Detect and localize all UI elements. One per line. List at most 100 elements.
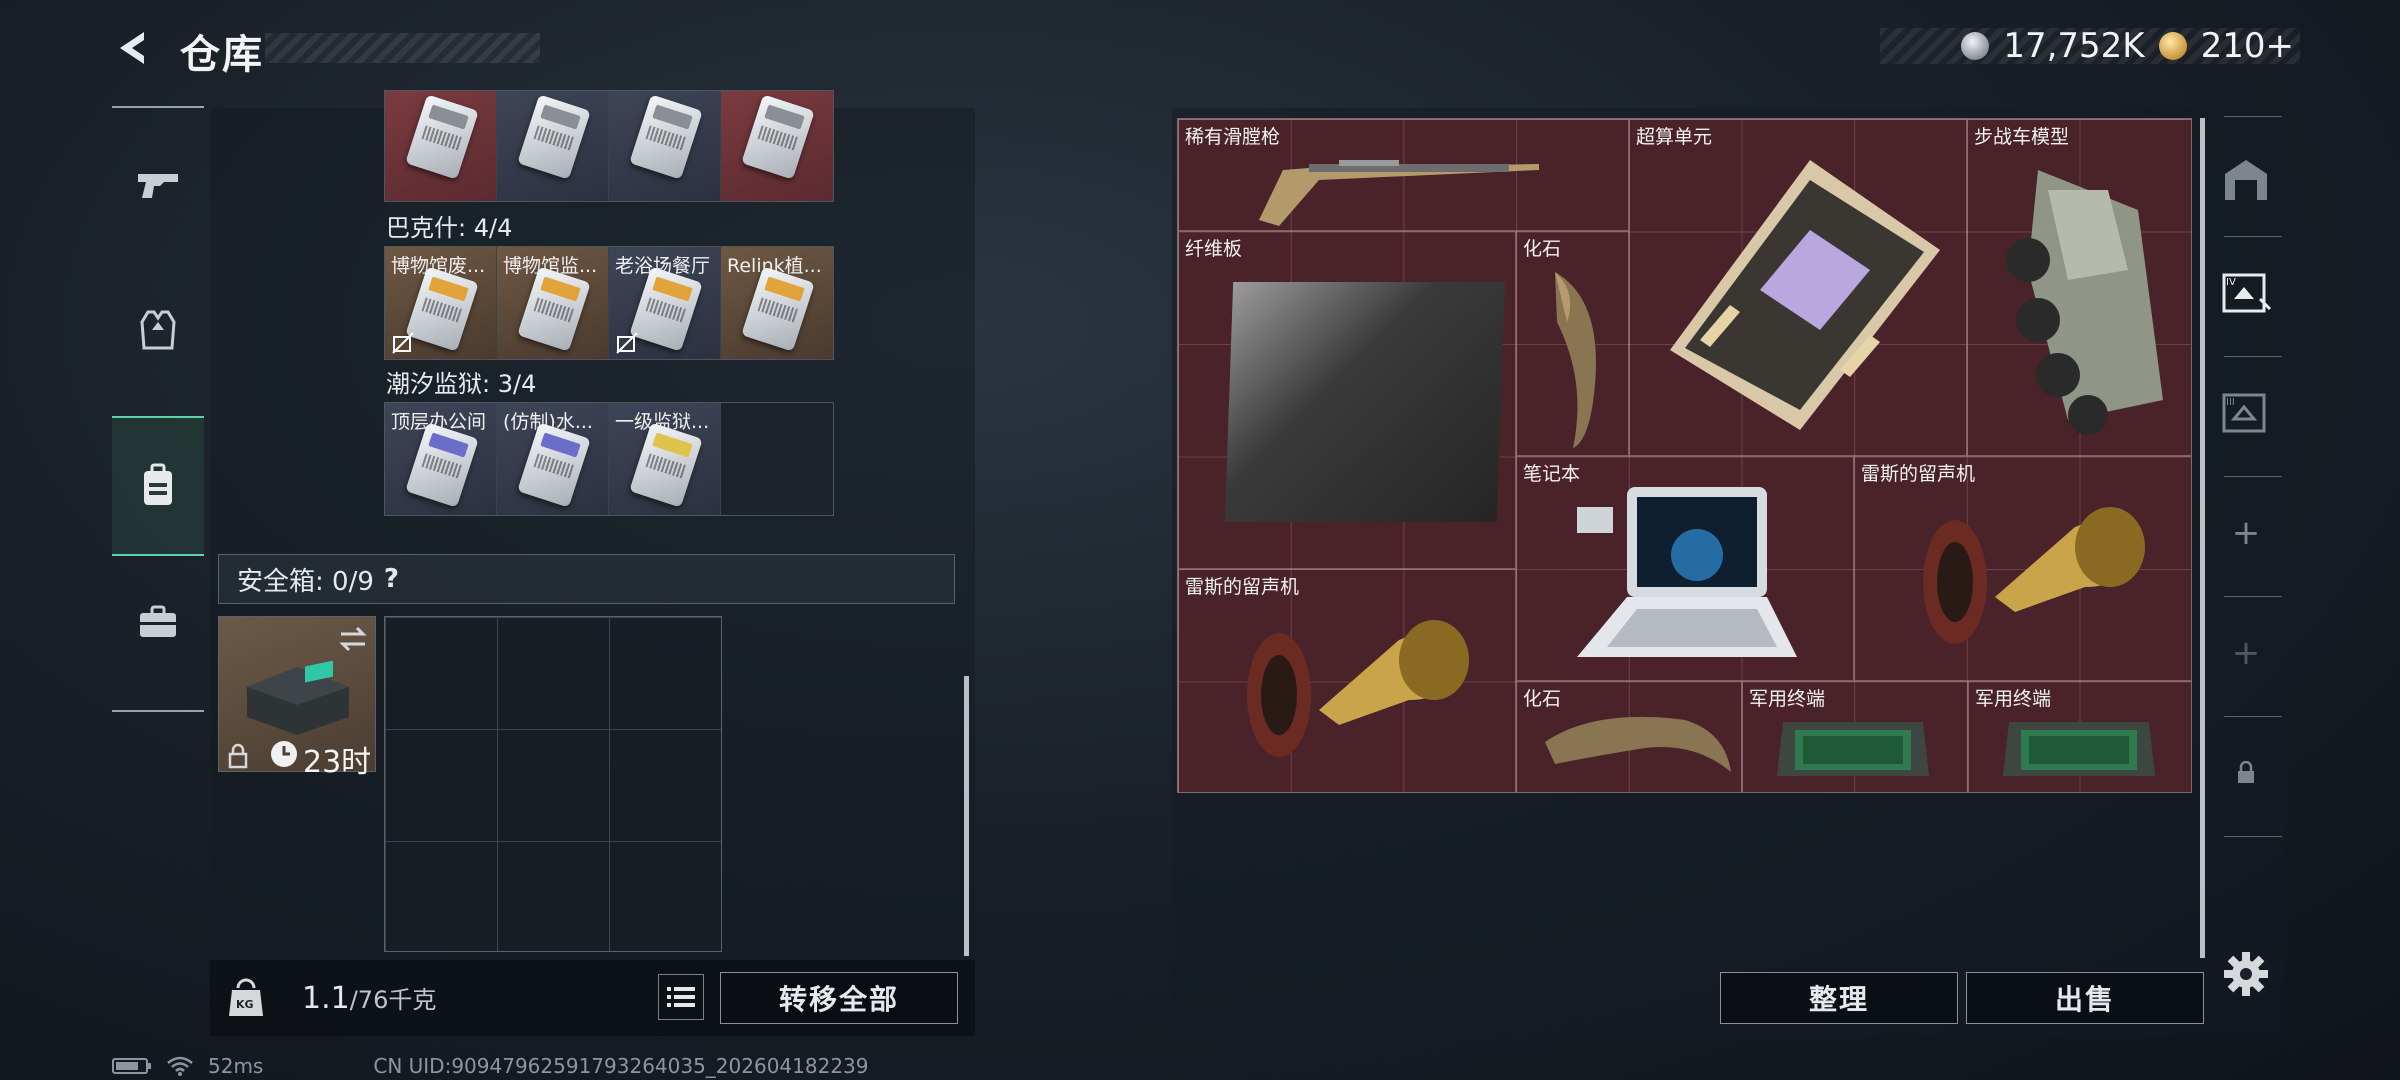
- silver-amount: 17,752K: [2003, 26, 2145, 66]
- gear-icon: [2224, 952, 2268, 996]
- list-icon: [667, 987, 695, 1007]
- keycard-slot[interactable]: Relink植...: [721, 247, 833, 359]
- nav-backpack[interactable]: [112, 416, 204, 556]
- gold-amount[interactable]: 210+: [2201, 26, 2294, 66]
- stash-tab-icon: IV: [2222, 273, 2272, 313]
- briefcase-icon: [140, 605, 176, 637]
- settings-button[interactable]: [2222, 950, 2270, 998]
- nav-cases[interactable]: [112, 576, 204, 668]
- battery-icon: [112, 1058, 151, 1074]
- lock-icon: [2238, 761, 2254, 783]
- lock-icon: [228, 743, 248, 769]
- safebox-case-icon: [247, 660, 349, 735]
- pistol-icon: [138, 174, 178, 198]
- weight-unit-badge: KG: [236, 998, 254, 1011]
- stash-grid[interactable]: 稀有滑膛枪 超算单元 步战车模型 纤维板 化石 笔记本 雷斯的留声机 雷斯的留声…: [1177, 118, 2192, 793]
- stash-page-2[interactable]: IV: [2206, 238, 2286, 348]
- stash-page-3[interactable]: III: [2206, 358, 2286, 468]
- keycard-slot[interactable]: 老浴场餐厅: [609, 247, 721, 359]
- nav-weapons[interactable]: [112, 140, 204, 232]
- locked-stash-page[interactable]: [2206, 718, 2286, 828]
- list-view-button[interactable]: [658, 974, 704, 1020]
- title-decoration: [265, 33, 540, 63]
- keycard-row-tidal-prison: 顶层办公间 (仿制)水... 一级监狱...: [384, 402, 834, 516]
- warehouse-icon: [2225, 160, 2267, 200]
- safebox-header: 安全箱: 0/9 ?: [218, 554, 955, 604]
- unbind-icon: [392, 332, 414, 354]
- gramophone-icon: [1923, 507, 2145, 644]
- nav-separator: [2224, 716, 2282, 717]
- claw-fossil-icon: [1545, 716, 1731, 772]
- swap-icon: [339, 626, 367, 652]
- keycard-slot[interactable]: 博物馆废...: [385, 247, 497, 359]
- item-name: 雷斯的留声机: [1185, 576, 1300, 598]
- stash-item-notebook[interactable]: 笔记本: [1516, 456, 1854, 681]
- stash-item-rare-musket[interactable]: 稀有滑膛枪: [1178, 119, 1629, 231]
- nav-separator: [2224, 116, 2282, 117]
- stash-item-fossil[interactable]: 化石: [1516, 681, 1742, 792]
- nav-separator: [2224, 476, 2282, 477]
- keycard-icon: [517, 94, 591, 180]
- keycard-icon: [405, 266, 479, 352]
- weight-current: 1.1: [302, 981, 350, 1016]
- keycard-slot-empty[interactable]: [721, 403, 833, 515]
- fiberboard-icon: [1224, 282, 1506, 522]
- item-name: 雷斯的留声机: [1861, 463, 1976, 485]
- military-terminal-icon: [1777, 722, 1929, 776]
- group-label-tidal-prison: 潮汐监狱: 3/4: [386, 370, 537, 398]
- uid-readout: CN UID:9094796259179326403​5_20260418223…: [373, 1054, 869, 1078]
- add-stash-page-button[interactable]: +: [2206, 478, 2286, 588]
- backpack-icon: [144, 463, 172, 505]
- keycard-icon: [629, 422, 703, 508]
- keycard-slot[interactable]: [721, 91, 833, 201]
- safebox-item[interactable]: 23时: [218, 616, 376, 780]
- safebox-timer: 23时: [303, 745, 372, 780]
- back-button[interactable]: [112, 26, 156, 70]
- transfer-all-button[interactable]: 转移全部: [720, 972, 958, 1024]
- wifi-icon: [167, 1056, 193, 1076]
- status-bar: 52ms CN UID:9094796259179326403​5_202604…: [112, 1054, 869, 1078]
- stash-item-military-terminal[interactable]: 军用终端: [1968, 681, 2191, 792]
- keycard-slot[interactable]: 博物馆监...: [497, 247, 609, 359]
- keycard-icon: [741, 266, 815, 352]
- keycard-icon: [517, 422, 591, 508]
- nav-separator: [2224, 236, 2282, 237]
- gold-coin-icon[interactable]: [2158, 32, 2187, 60]
- keycard-slot[interactable]: (仿制)水...: [497, 403, 609, 515]
- stash-tab-icon: III: [2222, 393, 2266, 433]
- nav-equipment[interactable]: [112, 284, 204, 376]
- weight-icon: KG: [228, 978, 264, 1018]
- laptop-icon: [1577, 487, 1797, 657]
- sell-button[interactable]: 出售: [1966, 972, 2204, 1024]
- stash-item-supercomputer-unit[interactable]: 超算单元: [1629, 119, 1967, 456]
- stash-page-1[interactable]: [2206, 124, 2286, 234]
- stash-item-ifv-model[interactable]: 步战车模型: [1967, 119, 2191, 456]
- group-label-bakesh: 巴克什: 4/4: [386, 214, 513, 242]
- clock-icon: [271, 741, 297, 767]
- safebox-help-button[interactable]: ?: [384, 564, 399, 594]
- keycard-slot[interactable]: 顶层办公间: [385, 403, 497, 515]
- stash-item-reyes-gramophone[interactable]: 雷斯的留声机: [1178, 569, 1516, 792]
- item-name: 步战车模型: [1974, 126, 2070, 148]
- sort-button[interactable]: 整理: [1720, 972, 1958, 1024]
- weight-max: /76千克: [349, 986, 437, 1014]
- stash-item-military-terminal[interactable]: 军用终端: [1742, 681, 1968, 792]
- stash-item-reyes-gramophone[interactable]: 雷斯的留声机: [1854, 456, 2191, 681]
- musket-icon: [1259, 160, 1539, 226]
- backpack-scrollbar[interactable]: [964, 676, 969, 956]
- safebox-grid[interactable]: [384, 616, 722, 952]
- keycard-slot[interactable]: [609, 91, 721, 201]
- keycard-slot[interactable]: [385, 91, 497, 201]
- weight-readout: 1.1/76千克: [302, 980, 436, 1016]
- keycard-icon: [405, 94, 479, 180]
- stash-item-fossil[interactable]: 化石: [1516, 231, 1629, 456]
- stash-scrollbar[interactable]: [2200, 118, 2205, 958]
- stash-item-fiberboard[interactable]: 纤维板: [1178, 231, 1516, 569]
- keycard-slot[interactable]: 一级监狱...: [609, 403, 721, 515]
- keycard-slot[interactable]: [497, 91, 609, 201]
- keycard-icon: [517, 266, 591, 352]
- military-terminal-icon: [2003, 722, 2155, 776]
- add-stash-page-button[interactable]: +: [2206, 598, 2286, 708]
- nav-separator: [2224, 836, 2282, 837]
- back-arrow-icon: [120, 32, 144, 64]
